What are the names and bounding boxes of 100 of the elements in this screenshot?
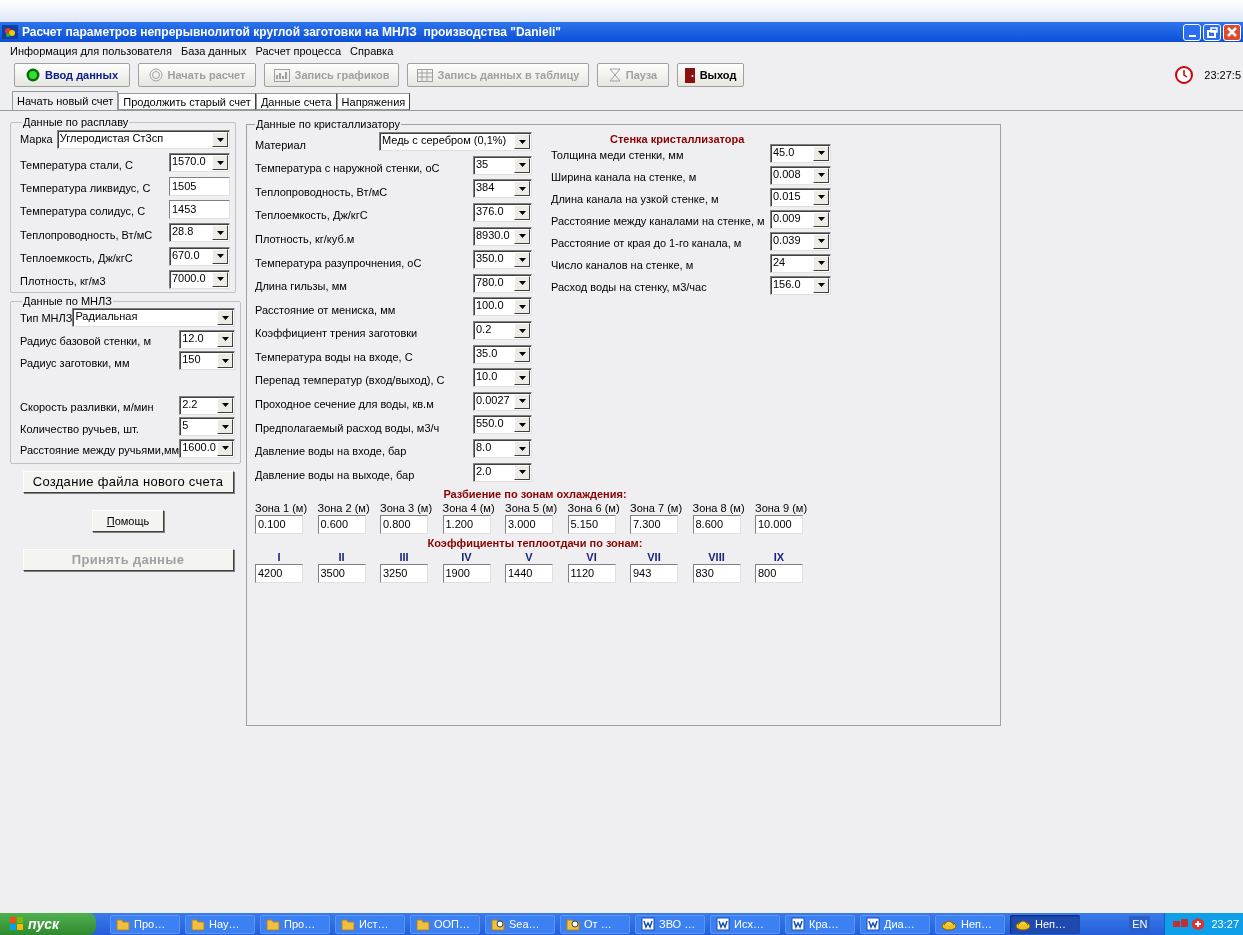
dropdown[interactable]: 0.2 bbox=[473, 321, 532, 341]
input-field[interactable]: 3250 bbox=[380, 563, 428, 583]
caret-icon bbox=[518, 139, 526, 144]
dropdown[interactable]: 0.015 bbox=[770, 187, 831, 207]
dropdown[interactable]: 780.0 bbox=[473, 273, 532, 293]
dropdown[interactable]: 35.0 bbox=[473, 344, 532, 364]
dropdown[interactable]: 550.0 bbox=[473, 415, 532, 435]
field-label: Давление воды на входе, бар bbox=[255, 444, 408, 460]
button[interactable]: Помощь bbox=[92, 510, 164, 533]
button[interactable]: Создание файла нового счета bbox=[22, 471, 234, 494]
close-button[interactable] bbox=[1223, 23, 1241, 41]
dropdown[interactable]: 100.0 bbox=[473, 297, 532, 317]
caret-icon bbox=[817, 195, 825, 199]
group-title: Данные по МНЛЗ bbox=[22, 295, 113, 308]
input-field[interactable]: 1505 bbox=[169, 176, 230, 196]
hourglass-icon bbox=[608, 68, 621, 82]
dropdown[interactable]: 10.0 bbox=[473, 368, 532, 388]
caret-icon bbox=[817, 173, 825, 177]
taskbar-button[interactable]: ЗВО … bbox=[635, 914, 705, 934]
tab[interactable]: Продолжить старый счет bbox=[118, 93, 256, 110]
dropdown[interactable]: 1570.0 bbox=[169, 153, 230, 173]
input-field[interactable]: 943 bbox=[630, 563, 678, 583]
taskbar-button[interactable]: Про… bbox=[110, 914, 180, 934]
dropdown[interactable]: 670.0 bbox=[169, 246, 230, 266]
taskbar-button[interactable]: Ист… bbox=[335, 914, 405, 934]
dropdown[interactable]: 5 bbox=[179, 417, 236, 437]
input-field[interactable]: 1440 bbox=[505, 563, 553, 583]
dropdown[interactable]: 24 bbox=[770, 253, 831, 273]
input-field[interactable]: 1900 bbox=[442, 563, 491, 583]
dropdown[interactable]: Углеродистая Ст3сп bbox=[56, 130, 230, 150]
dropdown[interactable]: 1600.0 bbox=[179, 438, 236, 458]
restore-button[interactable] bbox=[1203, 23, 1221, 41]
dropdown[interactable]: 7000.0 bbox=[169, 269, 230, 289]
taskbar-button[interactable]: Неп… bbox=[935, 914, 1005, 934]
field-label: Температура разупрочнения, оС bbox=[255, 255, 423, 271]
clock-time: 23:27:5 bbox=[1204, 67, 1241, 83]
dropdown[interactable]: 45.0 bbox=[770, 143, 831, 163]
input-field[interactable]: 5.150 bbox=[567, 514, 616, 534]
menu-item[interactable]: База данных bbox=[180, 42, 247, 60]
caret-icon bbox=[518, 328, 526, 333]
dropdown[interactable]: 0.008 bbox=[770, 165, 831, 185]
input-field[interactable]: 3500 bbox=[317, 563, 366, 583]
minimize-button[interactable] bbox=[1183, 23, 1201, 41]
folder-icon bbox=[341, 917, 355, 931]
language-indicator[interactable]: EN bbox=[1129, 915, 1151, 933]
input-field[interactable]: 10.000 bbox=[755, 514, 803, 534]
dropdown[interactable]: 0.009 bbox=[770, 209, 831, 229]
input-field[interactable]: 1453 bbox=[169, 200, 230, 220]
dropdown[interactable]: 376.0 bbox=[473, 203, 532, 223]
dropdown[interactable]: 35 bbox=[473, 155, 532, 175]
zone-numeral: VII bbox=[646, 549, 662, 564]
tab[interactable]: Данные счета bbox=[255, 93, 337, 110]
network-icon bbox=[1173, 918, 1190, 930]
dropdown[interactable]: Радиальная bbox=[72, 308, 236, 328]
toolbar-button[interactable]: Выход bbox=[677, 63, 744, 87]
input-field[interactable]: 1.200 bbox=[442, 514, 491, 534]
menu-item[interactable]: Справка bbox=[350, 42, 394, 60]
input-field[interactable]: 800 bbox=[755, 563, 803, 583]
input-field[interactable]: 7.300 bbox=[630, 514, 678, 534]
dropdown[interactable]: 150 bbox=[179, 351, 236, 371]
menu-item[interactable]: Информация для пользователя bbox=[10, 42, 172, 60]
dropdown[interactable]: 8.0 bbox=[473, 439, 532, 458]
caret-icon bbox=[817, 151, 825, 155]
dropdown[interactable]: 384 bbox=[473, 179, 532, 199]
input-field[interactable]: 4200 bbox=[255, 563, 303, 583]
tab[interactable]: Начать новый счет bbox=[12, 91, 119, 110]
dropdown[interactable]: 8930.0 bbox=[473, 226, 532, 246]
taskbar-button[interactable]: Кра… bbox=[785, 914, 855, 934]
taskbar-button[interactable]: Исх… bbox=[710, 914, 780, 934]
dropdown[interactable]: 2.2 bbox=[179, 395, 236, 415]
dropdown[interactable]: Медь с серебром (0,1%) bbox=[379, 132, 532, 152]
field-label: Расстояние от мениска, мм bbox=[255, 302, 397, 318]
zone-numeral: VI bbox=[585, 549, 598, 564]
input-field[interactable]: 1120 bbox=[567, 563, 616, 583]
input-field[interactable]: 0.800 bbox=[380, 514, 428, 534]
taskbar-button[interactable]: Неп… bbox=[1010, 914, 1080, 934]
caret-icon bbox=[221, 424, 229, 429]
input-field[interactable]: 3.000 bbox=[505, 514, 553, 534]
dropdown[interactable]: 350.0 bbox=[473, 250, 532, 270]
section-title: Коэффициенты теплоотдачи по зонам: bbox=[426, 536, 644, 550]
input-field[interactable]: 830 bbox=[692, 563, 741, 583]
taskbar-button[interactable]: ООП… bbox=[410, 914, 480, 934]
tab[interactable]: Напряжения bbox=[336, 93, 411, 110]
dropdown[interactable]: 2.0 bbox=[473, 462, 532, 482]
dropdown[interactable]: 28.8 bbox=[169, 223, 230, 243]
input-field[interactable]: 0.100 bbox=[255, 514, 303, 534]
dropdown[interactable]: 0.0027 bbox=[473, 391, 532, 411]
field-label: Расстояние от края до 1-го канала, м bbox=[551, 235, 743, 251]
toolbar-button[interactable]: Ввод данных bbox=[14, 63, 130, 87]
input-field[interactable]: 8.600 bbox=[692, 514, 741, 534]
taskbar-button[interactable]: Нау… bbox=[185, 914, 255, 934]
taskbar-button[interactable]: Диа… bbox=[860, 914, 930, 934]
taskbar-button[interactable]: Sea… bbox=[485, 914, 555, 934]
taskbar-button[interactable]: Про… bbox=[260, 914, 330, 934]
taskbar-button[interactable]: От … bbox=[560, 914, 630, 934]
menu-item[interactable]: Расчет процесса bbox=[255, 42, 342, 60]
dropdown[interactable]: 156.0 bbox=[770, 275, 831, 295]
dropdown[interactable]: 0.039 bbox=[770, 231, 831, 251]
input-field[interactable]: 0.600 bbox=[317, 514, 366, 534]
dropdown[interactable]: 12.0 bbox=[179, 329, 236, 349]
